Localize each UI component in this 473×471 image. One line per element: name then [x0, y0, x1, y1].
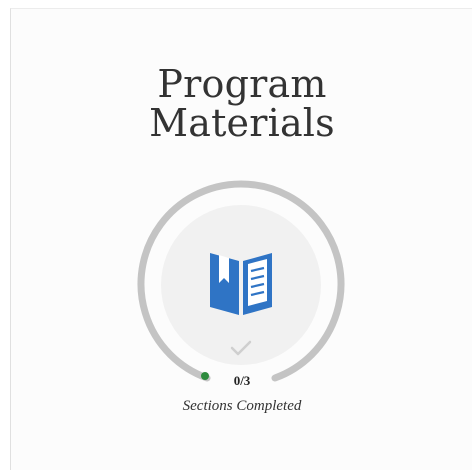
sections-caption: Sections Completed: [182, 398, 302, 414]
card-title-line-1: Program: [157, 62, 327, 106]
card-title-line-2: Materials: [149, 101, 335, 145]
card-title: Program Materials: [11, 65, 473, 143]
progress-ring: [131, 175, 351, 395]
program-materials-card[interactable]: Program Materials 0/3 Sections Completed: [10, 8, 472, 470]
inner-circle: [161, 205, 321, 365]
sections-count: 0/3: [233, 373, 251, 388]
